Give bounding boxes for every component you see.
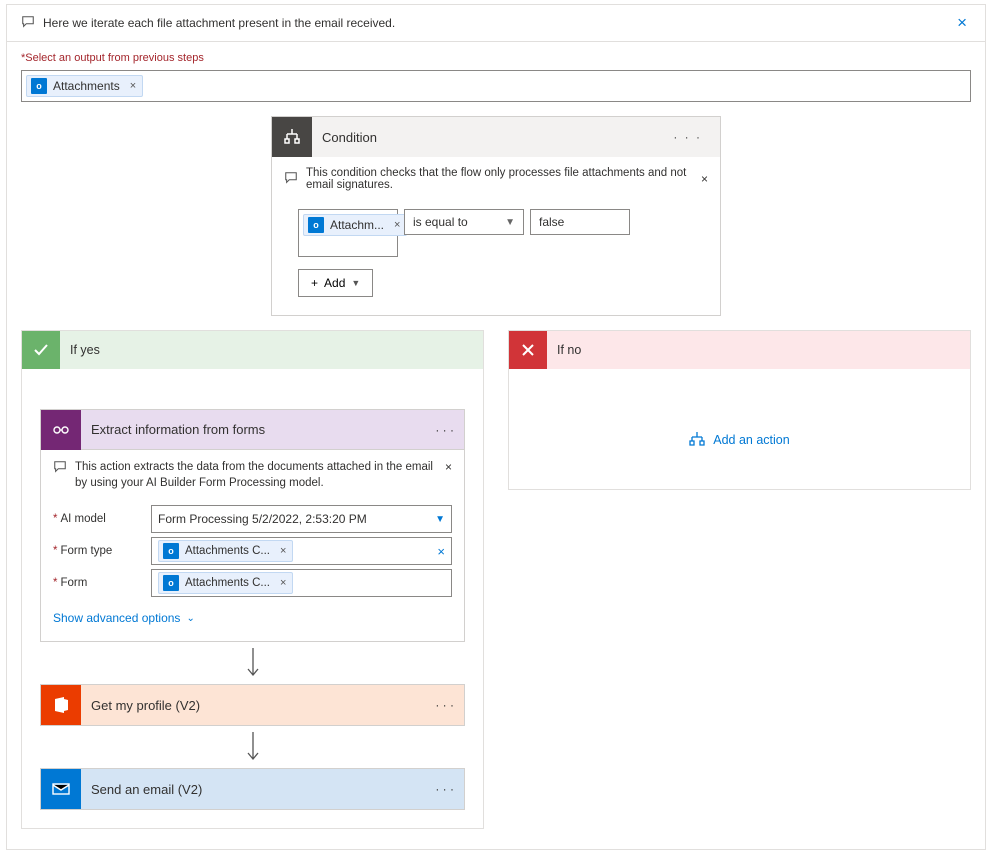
remove-token-icon[interactable]: × bbox=[280, 545, 286, 557]
form-type-label: *Form type bbox=[53, 545, 143, 557]
check-icon bbox=[22, 331, 60, 369]
condition-icon bbox=[272, 117, 312, 157]
output-token-field[interactable]: o Attachments × bbox=[21, 70, 971, 102]
close-icon[interactable]: × bbox=[701, 172, 708, 186]
condition-value-input[interactable]: false bbox=[530, 209, 630, 235]
condition-operator-select[interactable]: is equal to ▼ bbox=[404, 209, 524, 235]
more-icon[interactable]: · · · bbox=[435, 698, 454, 712]
form-token[interactable]: o Attachments C... × bbox=[158, 572, 293, 594]
form-type-row: *Form type o Attachments C... × × bbox=[53, 537, 452, 565]
connector-arrow bbox=[40, 642, 465, 684]
chevron-down-icon: ▼ bbox=[351, 278, 360, 288]
ai-model-label: *AI model bbox=[53, 513, 143, 525]
comment-icon bbox=[53, 460, 67, 477]
value-text: false bbox=[539, 215, 564, 229]
if-no-label: If no bbox=[557, 343, 581, 357]
iterate-note-row: Here we iterate each file attachment pre… bbox=[7, 5, 985, 42]
plus-icon: + bbox=[311, 276, 318, 290]
condition-header[interactable]: Condition · · · bbox=[272, 117, 720, 157]
operator-text: is equal to bbox=[413, 215, 468, 229]
more-icon[interactable]: · · · bbox=[435, 423, 454, 437]
remove-token-icon[interactable]: × bbox=[394, 219, 400, 231]
get-profile-title: Get my profile (V2) bbox=[91, 698, 425, 713]
advanced-options-link[interactable]: Show advanced options ⌄ bbox=[53, 601, 195, 629]
add-action-link[interactable]: Add an action bbox=[689, 431, 789, 450]
apply-to-each-container: Here we iterate each file attachment pre… bbox=[6, 4, 986, 850]
form-type-token[interactable]: o Attachments C... × bbox=[158, 540, 293, 562]
form-label: *Form bbox=[53, 577, 143, 589]
form-row: *Form o Attachments C... × bbox=[53, 569, 452, 597]
attachment-token[interactable]: o Attachm... × bbox=[303, 214, 407, 236]
if-yes-label: If yes bbox=[70, 343, 100, 357]
connector-arrow bbox=[40, 726, 465, 768]
extract-note-text: This action extracts the data from the d… bbox=[75, 460, 437, 491]
chevron-down-icon: ⌄ bbox=[186, 613, 194, 624]
ai-builder-icon bbox=[41, 410, 81, 450]
more-icon[interactable]: · · · bbox=[665, 126, 710, 148]
if-no-branch: If no Add an action bbox=[508, 330, 971, 490]
token-label: Attachments bbox=[53, 79, 120, 93]
token-label: Attachments C... bbox=[185, 545, 270, 557]
if-yes-branch: If yes Extract information from forms · … bbox=[21, 330, 484, 829]
if-no-header: If no bbox=[509, 331, 970, 369]
close-icon[interactable]: × bbox=[953, 13, 971, 33]
if-yes-header: If yes bbox=[22, 331, 483, 369]
comment-icon bbox=[21, 15, 35, 32]
adv-label: Show advanced options bbox=[53, 611, 180, 625]
ai-model-row: *AI model Form Processing 5/2/2022, 2:53… bbox=[53, 505, 452, 533]
ai-model-select[interactable]: Form Processing 5/2/2022, 2:53:20 PM ▼ bbox=[151, 505, 452, 533]
send-email-title: Send an email (V2) bbox=[91, 782, 425, 797]
select-output-label: *Select an output from previous steps bbox=[7, 42, 985, 66]
condition-note-row: This condition checks that the flow only… bbox=[272, 157, 720, 201]
add-button[interactable]: + Add ▼ bbox=[298, 269, 373, 297]
clear-icon[interactable]: × bbox=[437, 544, 445, 559]
condition-note-text: This condition checks that the flow only… bbox=[306, 167, 693, 191]
condition-title: Condition bbox=[322, 130, 655, 145]
add-action-icon bbox=[689, 431, 705, 450]
outlook-icon: o bbox=[31, 78, 47, 94]
iterate-note-text: Here we iterate each file attachment pre… bbox=[43, 16, 953, 30]
token-label: Attachments C... bbox=[185, 577, 270, 589]
send-email-card[interactable]: Send an email (V2) · · · bbox=[40, 768, 465, 810]
ai-model-value: Form Processing 5/2/2022, 2:53:20 PM bbox=[158, 512, 367, 526]
condition-card: Condition · · · This condition checks th… bbox=[271, 116, 721, 316]
condition-body: o Attachm... × is equal to ▼ fa bbox=[272, 201, 720, 315]
condition-operand-input[interactable]: o Attachm... × bbox=[298, 209, 398, 257]
extract-title: Extract information from forms bbox=[91, 422, 425, 437]
form-type-input[interactable]: o Attachments C... × × bbox=[151, 537, 452, 565]
more-icon[interactable]: · · · bbox=[435, 782, 454, 796]
outlook-icon bbox=[41, 769, 81, 809]
token-label: Attachm... bbox=[330, 218, 384, 232]
office-icon bbox=[41, 685, 81, 725]
add-label: Add bbox=[324, 276, 345, 290]
outlook-icon: o bbox=[308, 217, 324, 233]
extract-info-card: Extract information from forms · · · Thi… bbox=[40, 409, 465, 642]
outlook-icon: o bbox=[163, 543, 179, 559]
close-icon[interactable]: × bbox=[445, 460, 452, 474]
extract-note-row: This action extracts the data from the d… bbox=[53, 450, 452, 501]
chevron-down-icon: ▼ bbox=[505, 217, 515, 228]
form-input[interactable]: o Attachments C... × bbox=[151, 569, 452, 597]
get-profile-card[interactable]: Get my profile (V2) · · · bbox=[40, 684, 465, 726]
extract-header[interactable]: Extract information from forms · · · bbox=[41, 410, 464, 450]
x-icon bbox=[509, 331, 547, 369]
add-action-label: Add an action bbox=[713, 433, 789, 447]
remove-token-icon[interactable]: × bbox=[280, 577, 286, 589]
comment-icon bbox=[284, 171, 298, 188]
remove-token-icon[interactable]: × bbox=[130, 80, 136, 92]
attachments-token[interactable]: o Attachments × bbox=[26, 75, 143, 97]
chevron-down-icon: ▼ bbox=[435, 514, 445, 525]
condition-branches: If yes Extract information from forms · … bbox=[7, 316, 985, 849]
outlook-icon: o bbox=[163, 575, 179, 591]
